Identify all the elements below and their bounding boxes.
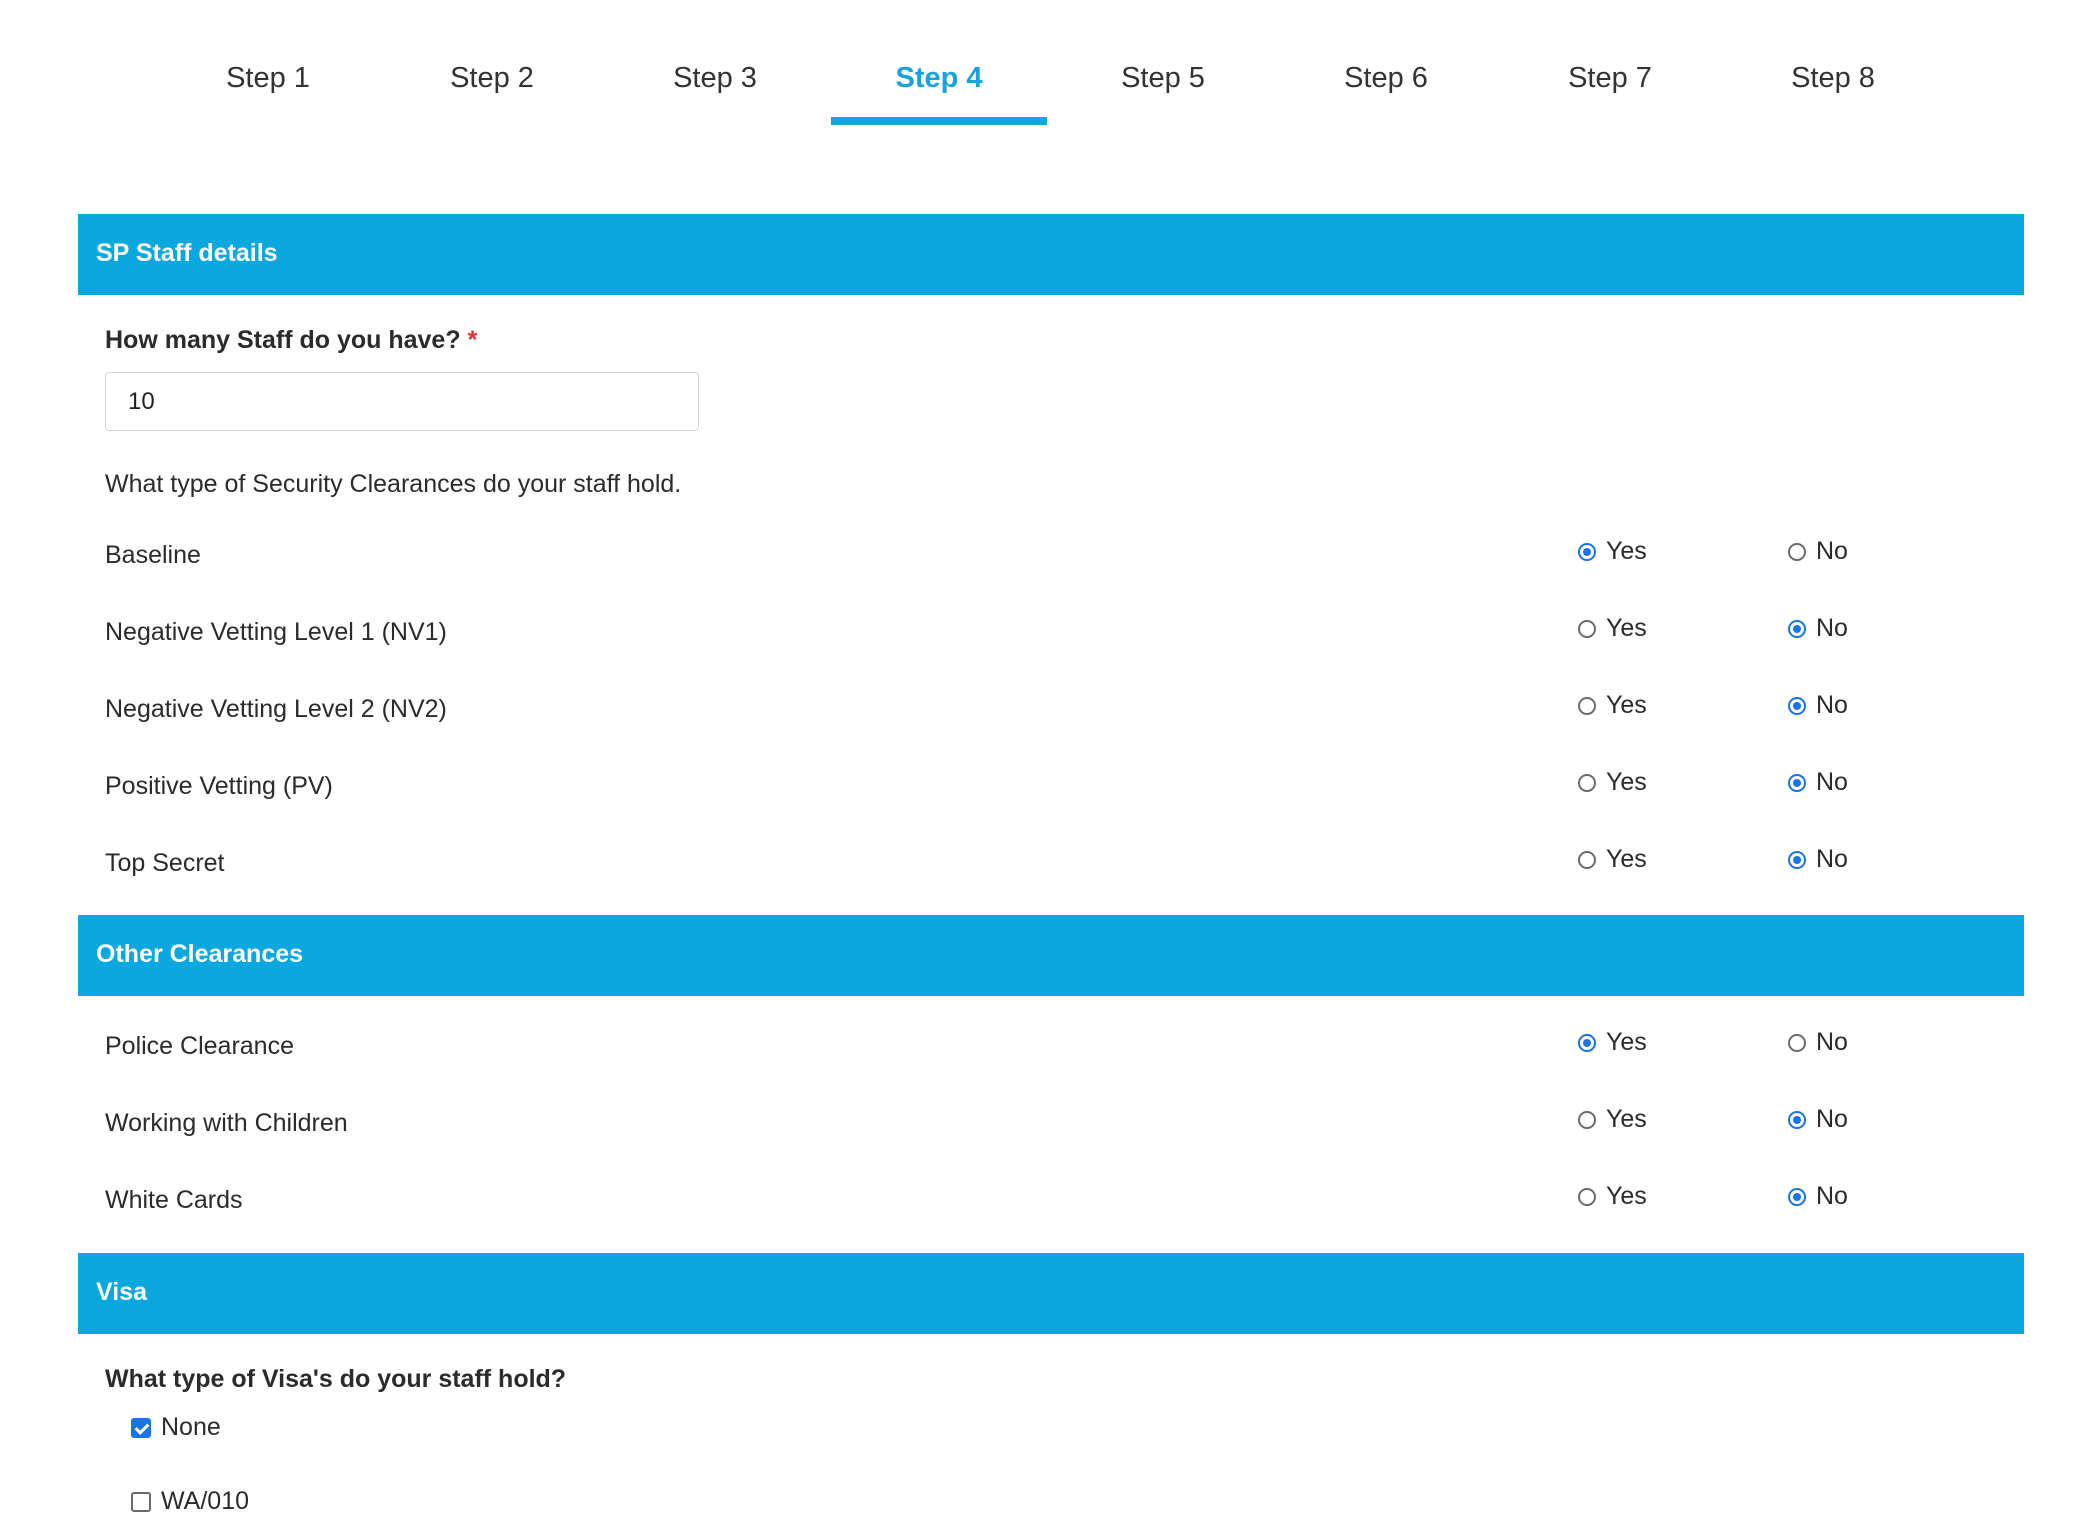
section-header-staff: SP Staff details <box>78 214 2024 295</box>
radio-label-no: No <box>1816 768 1848 796</box>
clearance-label-negative-vetting-level-1-nv1: Negative Vetting Level 1 (NV1) <box>105 618 447 646</box>
radio-label-no: No <box>1816 1028 1848 1056</box>
radio-no-police-clearance[interactable]: No <box>1788 1028 1848 1057</box>
step-tabs: Step 1 Step 2 Step 3 Step 4 Step 5 Step … <box>0 0 2090 130</box>
radio-yes-police-clearance[interactable]: Yes <box>1578 1028 1647 1057</box>
visa-option-label: None <box>161 1413 221 1441</box>
radio-unchecked-icon[interactable] <box>1788 1033 1806 1052</box>
tab-step-4[interactable]: Step 4 <box>831 62 1047 126</box>
section-header-visa: Visa <box>78 1253 2024 1334</box>
radio-no-top-secret[interactable]: No <box>1788 845 1848 874</box>
radio-no-negative-vetting-level-1-nv1[interactable]: No <box>1788 614 1848 643</box>
radio-checked-icon[interactable] <box>1788 1110 1806 1129</box>
staff-count-input[interactable] <box>105 372 699 431</box>
radio-checked-icon[interactable] <box>1788 619 1806 638</box>
radio-unchecked-icon[interactable] <box>1578 696 1596 715</box>
checkbox-unchecked-icon[interactable] <box>131 1491 151 1512</box>
radio-label-yes: Yes <box>1606 691 1647 719</box>
radio-yes-working-with-children[interactable]: Yes <box>1578 1105 1647 1134</box>
required-asterisk: * <box>467 326 478 354</box>
radio-label-yes: Yes <box>1606 614 1647 642</box>
radio-unchecked-icon[interactable] <box>1578 1110 1596 1129</box>
radio-label-no: No <box>1816 845 1848 873</box>
radio-checked-icon[interactable] <box>1788 1187 1806 1206</box>
radio-label-yes: Yes <box>1606 1182 1647 1210</box>
radio-label-no: No <box>1816 1105 1848 1133</box>
radio-yes-negative-vetting-level-2-nv2[interactable]: Yes <box>1578 691 1647 720</box>
radio-checked-icon[interactable] <box>1788 773 1806 792</box>
radio-no-white-cards[interactable]: No <box>1788 1182 1848 1211</box>
visa-option-none[interactable]: None <box>131 1413 221 1442</box>
tab-step-2[interactable]: Step 2 <box>384 62 600 126</box>
clearance-label-white-cards: White Cards <box>105 1186 243 1214</box>
radio-no-positive-vetting-pv[interactable]: No <box>1788 768 1848 797</box>
radio-label-no: No <box>1816 1182 1848 1210</box>
visa-option-label: WA/010 <box>161 1487 250 1515</box>
radio-checked-icon[interactable] <box>1578 1033 1596 1052</box>
radio-label-yes: Yes <box>1606 1028 1647 1056</box>
visa-option-wa-010[interactable]: WA/010 <box>131 1487 249 1516</box>
tab-step-8[interactable]: Step 8 <box>1725 62 1941 126</box>
tab-step-3[interactable]: Step 3 <box>607 62 823 126</box>
radio-label-yes: Yes <box>1606 537 1647 565</box>
section-header-other-clearances: Other Clearances <box>78 915 2024 996</box>
radio-checked-icon[interactable] <box>1578 542 1596 561</box>
staff-count-label: How many Staff do you have? * <box>105 326 477 355</box>
tab-step-7[interactable]: Step 7 <box>1502 62 1718 126</box>
radio-unchecked-icon[interactable] <box>1578 773 1596 792</box>
radio-no-negative-vetting-level-2-nv2[interactable]: No <box>1788 691 1848 720</box>
radio-unchecked-icon[interactable] <box>1788 542 1806 561</box>
clearance-label-police-clearance: Police Clearance <box>105 1032 294 1060</box>
tab-step-5[interactable]: Step 5 <box>1055 62 1271 126</box>
radio-label-no: No <box>1816 614 1848 642</box>
radio-yes-baseline[interactable]: Yes <box>1578 537 1647 566</box>
radio-no-baseline[interactable]: No <box>1788 537 1848 566</box>
clearance-label-negative-vetting-level-2-nv2: Negative Vetting Level 2 (NV2) <box>105 695 447 723</box>
checkbox-checked-icon[interactable] <box>131 1417 151 1438</box>
radio-unchecked-icon[interactable] <box>1578 619 1596 638</box>
radio-yes-positive-vetting-pv[interactable]: Yes <box>1578 768 1647 797</box>
radio-yes-negative-vetting-level-1-nv1[interactable]: Yes <box>1578 614 1647 643</box>
radio-no-working-with-children[interactable]: No <box>1788 1105 1848 1134</box>
radio-yes-white-cards[interactable]: Yes <box>1578 1182 1647 1211</box>
radio-label-yes: Yes <box>1606 845 1647 873</box>
radio-label-yes: Yes <box>1606 1105 1647 1133</box>
visa-question: What type of Visa's do your staff hold? <box>105 1365 567 1393</box>
tab-step-1[interactable]: Step 1 <box>160 62 376 126</box>
clearance-label-baseline: Baseline <box>105 541 201 569</box>
radio-unchecked-icon[interactable] <box>1578 1187 1596 1206</box>
radio-label-no: No <box>1816 691 1848 719</box>
radio-yes-top-secret[interactable]: Yes <box>1578 845 1647 874</box>
radio-label-no: No <box>1816 537 1848 565</box>
radio-label-yes: Yes <box>1606 768 1647 796</box>
clearance-label-top-secret: Top Secret <box>105 849 225 877</box>
clearance-label-positive-vetting-pv: Positive Vetting (PV) <box>105 772 333 800</box>
radio-unchecked-icon[interactable] <box>1578 850 1596 869</box>
clearance-label-working-with-children: Working with Children <box>105 1109 348 1137</box>
staff-count-question: How many Staff do you have? <box>105 326 461 354</box>
radio-checked-icon[interactable] <box>1788 696 1806 715</box>
tab-step-6[interactable]: Step 6 <box>1278 62 1494 126</box>
radio-checked-icon[interactable] <box>1788 850 1806 869</box>
clearance-prompt: What type of Security Clearances do your… <box>105 470 682 498</box>
